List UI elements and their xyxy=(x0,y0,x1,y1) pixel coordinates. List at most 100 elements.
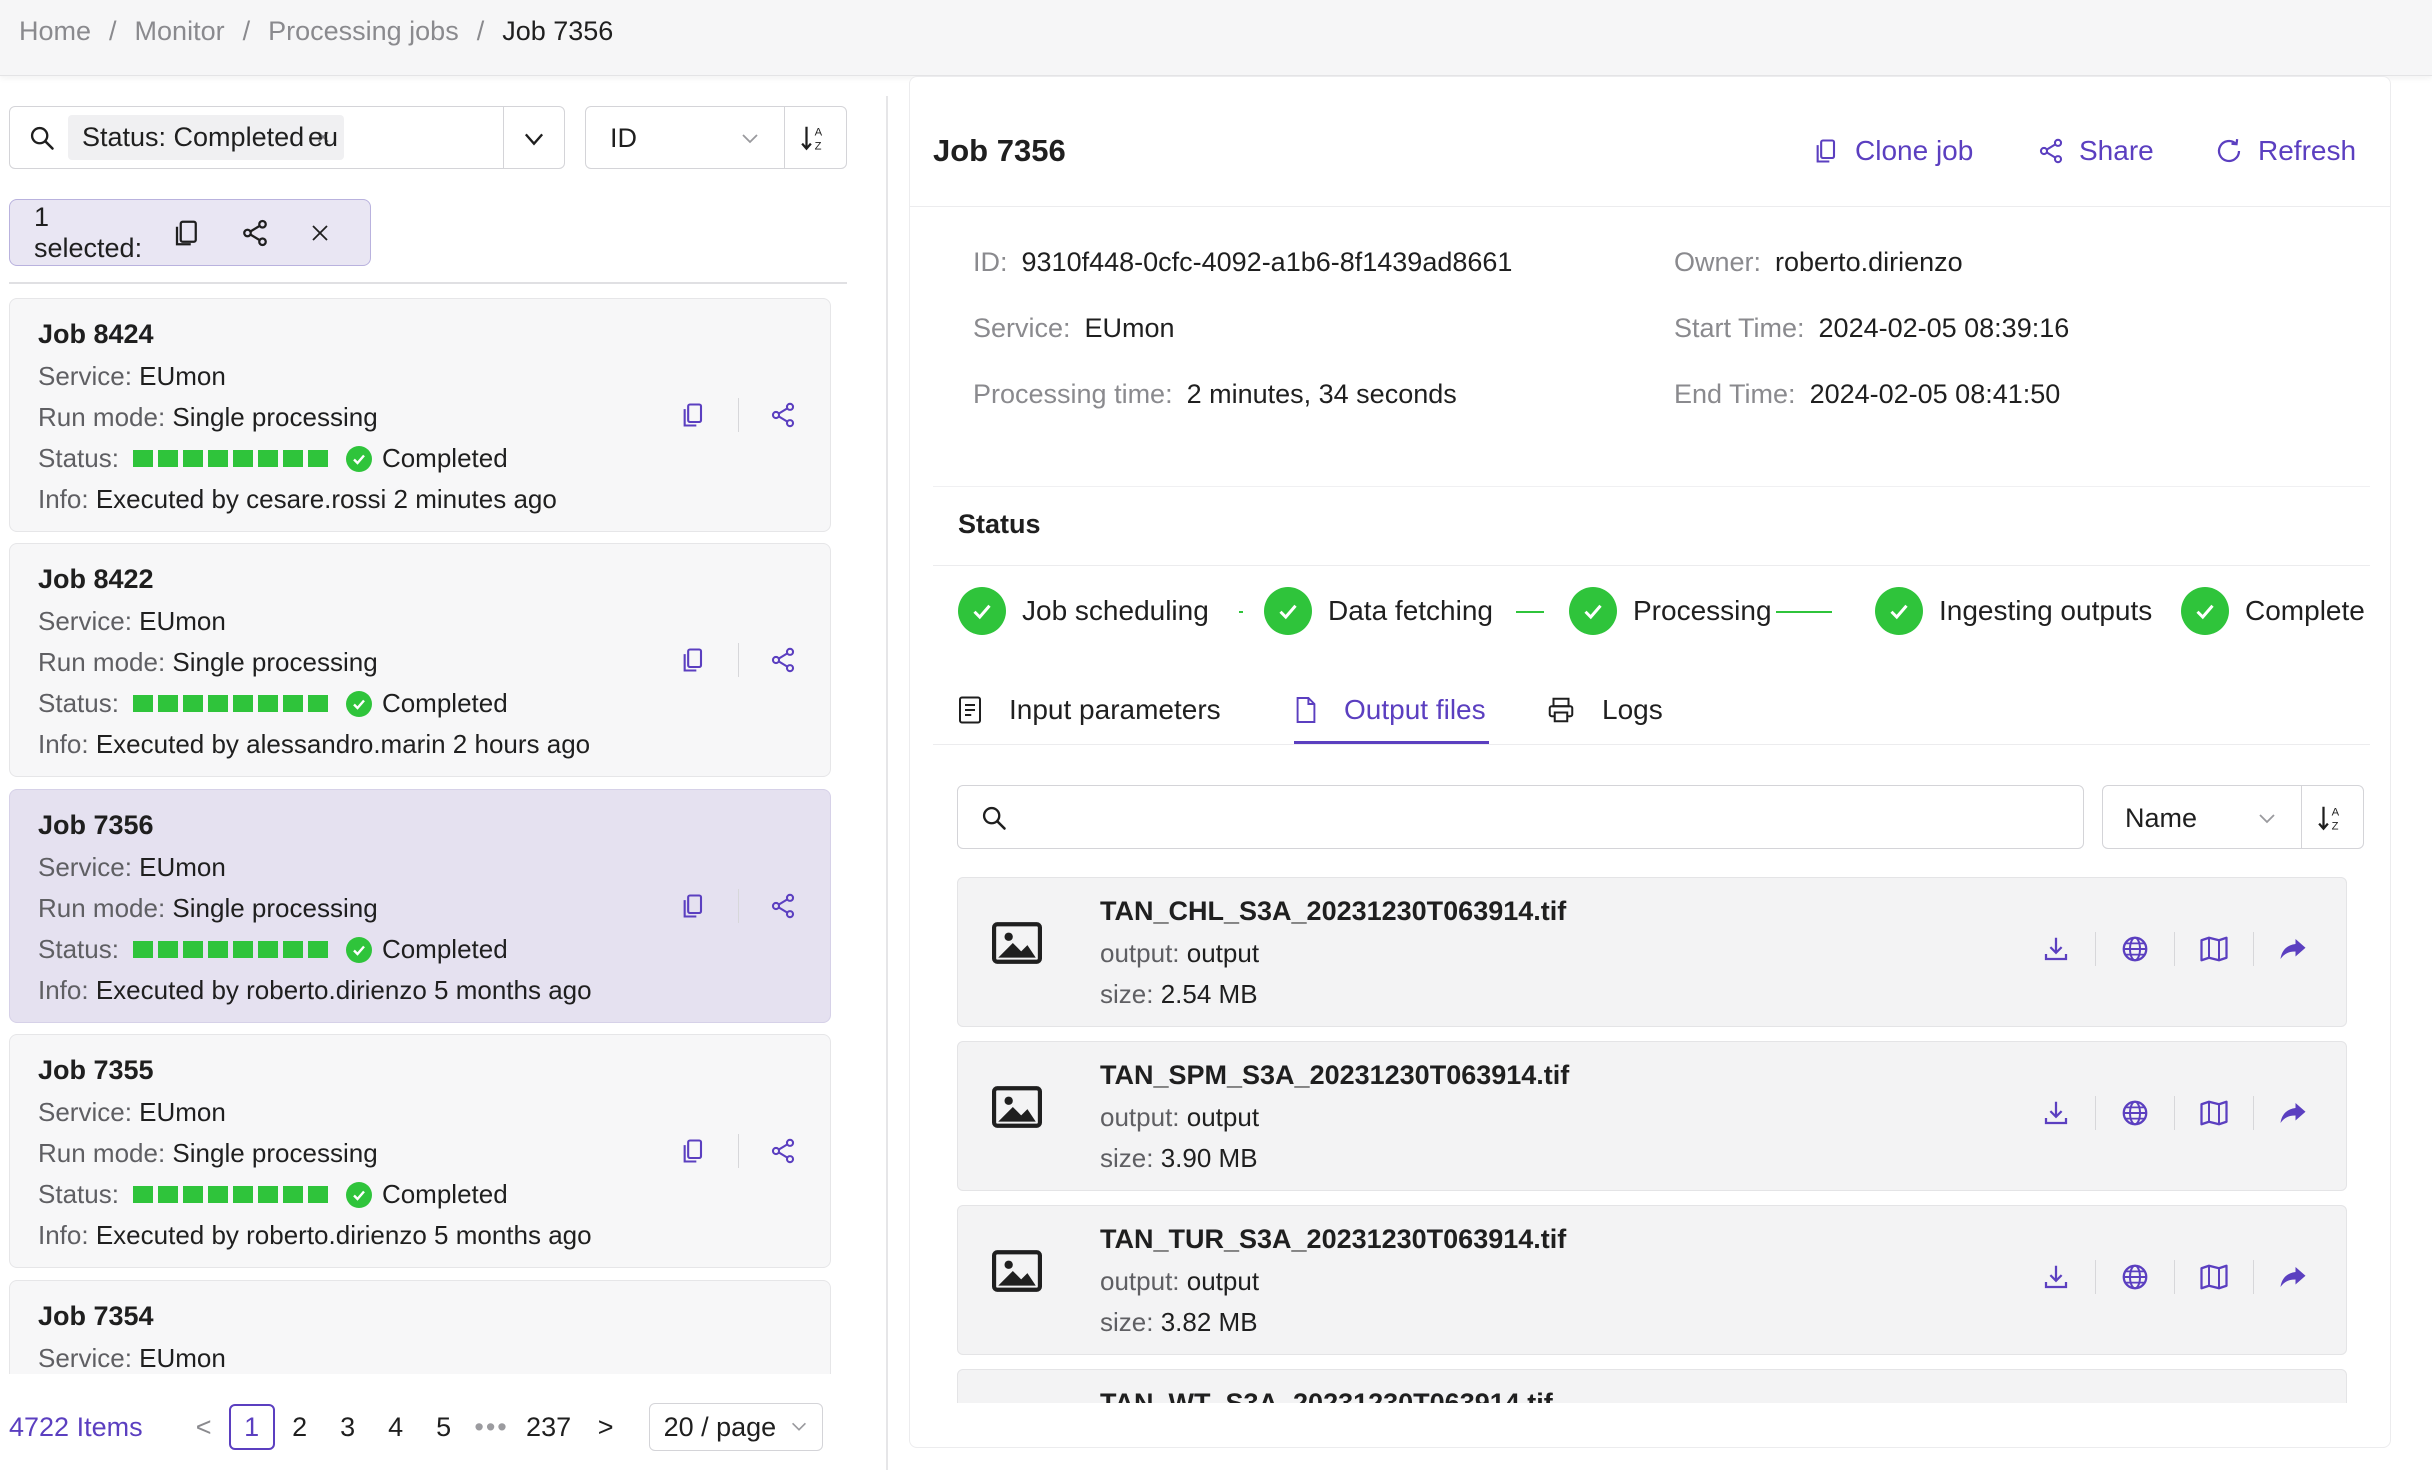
copy-icon[interactable] xyxy=(172,218,202,248)
file-actions xyxy=(2041,932,2308,966)
progress-bar xyxy=(132,695,328,712)
job-card-selected[interactable]: Job 7356 Service: EUmon Run mode: Single… xyxy=(9,789,831,1023)
breadcrumb-monitor[interactable]: Monitor xyxy=(135,16,225,47)
sort-order-icon[interactable]: AZ xyxy=(799,123,829,153)
status-text: Completed xyxy=(381,443,508,473)
download-icon[interactable] xyxy=(2041,1098,2071,1128)
forward-icon[interactable] xyxy=(2278,1262,2308,1292)
file-item[interactable]: TAN_SPM_S3A_20231230T063914.tif output: … xyxy=(957,1041,2347,1191)
tab-logs[interactable]: Logs xyxy=(1546,685,1663,735)
meta-service: Service: EUmon xyxy=(973,313,1175,343)
chevron-down-icon[interactable] xyxy=(520,125,548,153)
job-run-mode: Run mode: Single processing xyxy=(38,1138,378,1168)
breadcrumb-separator: / xyxy=(476,16,485,46)
check-circle-icon xyxy=(345,1181,372,1208)
page-size-select[interactable]: 20 / page xyxy=(648,1403,824,1451)
share-button[interactable]: Share xyxy=(2037,135,2154,167)
refresh-button[interactable]: Refresh xyxy=(2214,135,2356,167)
download-icon[interactable] xyxy=(2041,934,2071,964)
file-name: TAN_CHL_S3A_20231230T063914.tif xyxy=(1100,896,1567,926)
page-button[interactable]: 3 xyxy=(325,1404,371,1450)
forward-icon[interactable] xyxy=(2278,934,2308,964)
divider xyxy=(933,565,2370,566)
job-status: Status: Completed xyxy=(38,688,508,718)
job-run-mode: Run mode: Single processing xyxy=(38,647,378,677)
chevron-down-icon xyxy=(2255,807,2279,831)
breadcrumb-processing-jobs[interactable]: Processing jobs xyxy=(268,16,459,47)
file-item[interactable]: TAN_TUR_S3A_20231230T063914.tif output: … xyxy=(957,1205,2347,1355)
file-search-input[interactable] xyxy=(957,785,2084,849)
clone-job-button[interactable]: Clone job xyxy=(1813,135,1973,167)
file-sort-select[interactable]: Name AZ xyxy=(2102,785,2364,849)
check-circle-icon xyxy=(1264,587,1312,635)
sort-field-select[interactable]: ID AZ xyxy=(585,106,847,169)
page-button[interactable]: 237 xyxy=(517,1404,581,1450)
page-size-value: 20 / page xyxy=(663,1411,777,1442)
image-icon xyxy=(992,1086,1042,1128)
globe-icon[interactable] xyxy=(2120,934,2150,964)
next-page-button[interactable]: > xyxy=(583,1404,629,1450)
progress-bar xyxy=(132,1186,328,1203)
download-icon[interactable] xyxy=(2041,1262,2071,1292)
share-icon[interactable] xyxy=(769,1137,797,1165)
share-icon[interactable] xyxy=(769,892,797,920)
file-sort-value: Name xyxy=(2125,803,2198,833)
globe-icon[interactable] xyxy=(2120,1262,2150,1292)
document-list-icon xyxy=(959,696,981,724)
check-circle-icon xyxy=(2181,587,2229,635)
file-item[interactable]: TAN_WT_S3A_20231230T063914.tif xyxy=(957,1369,2347,1403)
close-icon[interactable] xyxy=(308,221,332,245)
share-icon[interactable] xyxy=(769,646,797,674)
map-icon[interactable] xyxy=(2199,1262,2229,1292)
job-card[interactable]: Job 7355 Service: EUmon Run mode: Single… xyxy=(9,1034,831,1268)
file-item[interactable]: TAN_CHL_S3A_20231230T063914.tif output: … xyxy=(957,877,2347,1027)
page-button[interactable]: 5 xyxy=(421,1404,467,1450)
breadcrumb-home[interactable]: Home xyxy=(19,16,91,47)
map-icon[interactable] xyxy=(2199,934,2229,964)
prev-page-button[interactable]: < xyxy=(181,1404,227,1450)
meta-id: ID: 9310f448-0cfc-4092-a1b6-8f1439ad8661 xyxy=(973,247,1513,277)
filter-tag-status[interactable]: Status: Completed × xyxy=(68,115,345,160)
check-circle-icon xyxy=(345,936,372,963)
file-name: TAN_WT_S3A_20231230T063914.tif xyxy=(1100,1388,1553,1403)
map-icon[interactable] xyxy=(2199,1098,2229,1128)
job-card[interactable]: Job 8424 Service: EUmon Run mode: Single… xyxy=(9,298,831,532)
job-search-input[interactable]: Status: Completed × eu xyxy=(9,106,565,169)
job-run-mode: Run mode: Single processing xyxy=(38,893,378,923)
job-list-panel: Status: Completed × eu ID AZ 1 selected: xyxy=(0,76,885,1470)
page-button[interactable]: 4 xyxy=(373,1404,419,1450)
meta-processing-time: Processing time: 2 minutes, 34 seconds xyxy=(973,379,1457,409)
divider xyxy=(503,107,504,168)
job-actions xyxy=(680,1134,797,1168)
image-icon xyxy=(992,1250,1042,1292)
progress-bar xyxy=(132,941,328,958)
panel-splitter[interactable] xyxy=(886,96,888,1470)
page-button[interactable]: 2 xyxy=(277,1404,323,1450)
copy-icon[interactable] xyxy=(680,401,708,429)
status-text: Completed xyxy=(381,934,508,964)
share-icon[interactable] xyxy=(240,218,270,248)
tab-input-parameters[interactable]: Input parameters xyxy=(957,685,1221,735)
copy-icon[interactable] xyxy=(680,646,708,674)
job-info: Info: Executed by roberto.dirienzo 5 mon… xyxy=(38,975,592,1005)
sort-order-icon[interactable]: AZ xyxy=(2316,803,2346,833)
globe-icon[interactable] xyxy=(2120,1098,2150,1128)
search-icon xyxy=(28,124,56,152)
job-card[interactable]: Job 7354 Service: EUmon xyxy=(9,1280,831,1374)
job-card[interactable]: Job 8422 Service: EUmon Run mode: Single… xyxy=(9,543,831,777)
check-circle-icon xyxy=(345,690,372,717)
forward-icon[interactable] xyxy=(2278,1098,2308,1128)
copy-icon[interactable] xyxy=(680,1137,708,1165)
search-query-text[interactable]: eu xyxy=(308,122,338,153)
page-button-current[interactable]: 1 xyxy=(228,1404,275,1450)
meta-start-time: Start Time: 2024-02-05 08:39:16 xyxy=(1674,313,2070,343)
tab-output-files[interactable]: Output files xyxy=(1294,685,1486,735)
step-ingesting-outputs: Ingesting outputs xyxy=(1875,587,2152,635)
job-status: Status: Completed xyxy=(38,934,508,964)
copy-icon[interactable] xyxy=(680,892,708,920)
file-name: TAN_TUR_S3A_20231230T063914.tif xyxy=(1100,1224,1567,1254)
more-pages-icon[interactable]: ••• xyxy=(469,1404,515,1450)
meta-end-time: End Time: 2024-02-05 08:41:50 xyxy=(1674,379,2061,409)
share-icon[interactable] xyxy=(769,401,797,429)
printer-icon xyxy=(1548,697,1574,723)
